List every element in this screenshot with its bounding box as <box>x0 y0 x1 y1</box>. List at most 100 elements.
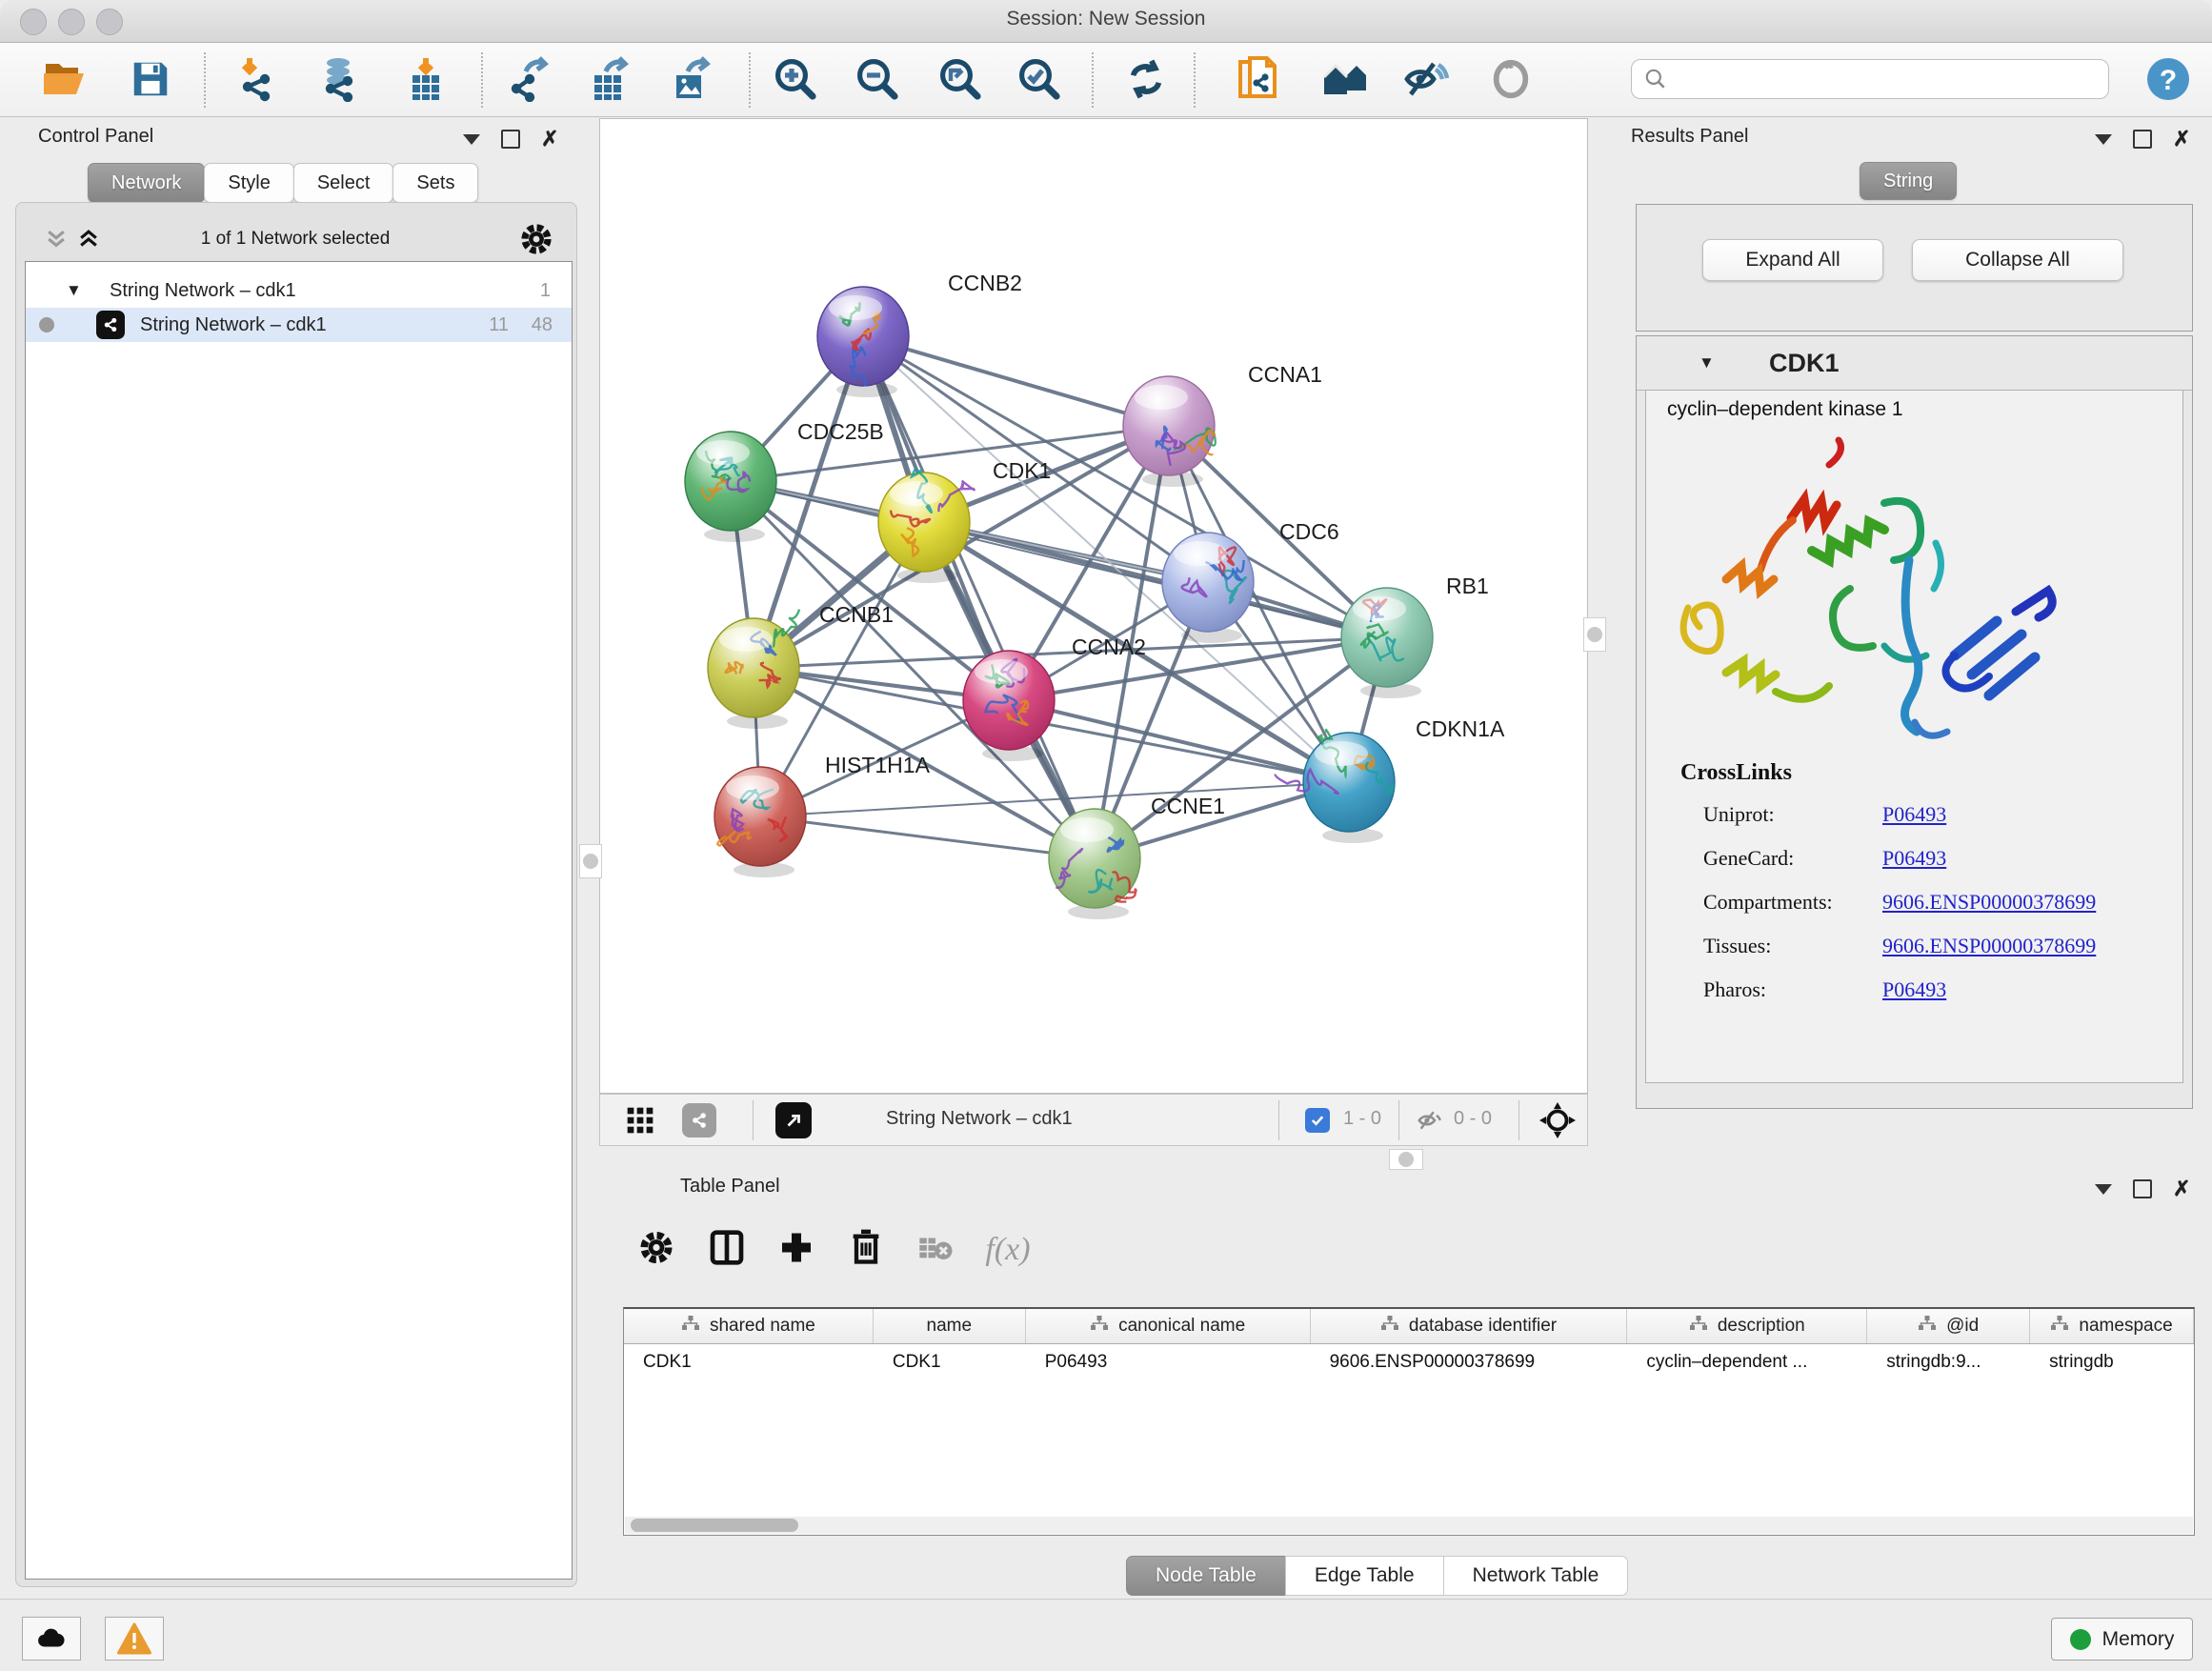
right-divider-handle[interactable] <box>1583 617 1606 652</box>
results-panel-menu-icon[interactable] <box>2095 134 2112 145</box>
table-panel-close-icon[interactable]: ✗ <box>2173 1181 2190 1197</box>
expand-all-button[interactable]: Expand All <box>1702 239 1883 281</box>
network-overview-icon[interactable] <box>682 1103 716 1137</box>
tab-network-table[interactable]: Network Table <box>1443 1556 1629 1596</box>
results-panel-float-icon[interactable] <box>2133 130 2152 149</box>
column-header--id[interactable]: @id <box>1867 1309 2030 1343</box>
column-type-icon <box>1090 1315 1109 1338</box>
results-gene-section: ▼ CDK1 cyclin–dependent kinase 1 <box>1636 335 2193 1109</box>
tab-string[interactable]: String <box>1860 162 1957 200</box>
crosslink-link[interactable]: 9606.ENSP00000378699 <box>1882 934 2096 977</box>
network-view[interactable]: CCNB2CCNA1CDC25BCDK1CDC6RB1CCNB1CCNA2CDK… <box>599 118 1588 1094</box>
toolbar-separator <box>1092 52 1094 108</box>
delete-table-icon[interactable] <box>916 1229 955 1272</box>
network-node-label: CDC6 <box>1279 519 1339 544</box>
home-icon[interactable] <box>1320 54 1370 104</box>
cell-canonical-name[interactable]: P06493 <box>1026 1344 1311 1380</box>
left-divider-handle[interactable] <box>579 844 602 878</box>
export-table-icon[interactable] <box>585 54 634 104</box>
table-panel-float-icon[interactable] <box>2133 1179 2152 1198</box>
zoom-selected-icon[interactable] <box>1015 54 1064 104</box>
cell-namespace[interactable]: stringdb <box>2030 1344 2194 1380</box>
delete-column-icon[interactable] <box>847 1229 885 1272</box>
table-panel-title: Table Panel <box>680 1176 780 1198</box>
crosslink-link[interactable]: P06493 <box>1882 846 1946 890</box>
export-image-icon[interactable] <box>667 54 716 104</box>
network-row[interactable]: String Network – cdk1 11 48 <box>26 308 572 342</box>
tab-style[interactable]: Style <box>204 163 293 203</box>
cloud-icon <box>35 1622 68 1655</box>
zoom-in-icon[interactable] <box>771 54 820 104</box>
column-header-database-identifier[interactable]: database identifier <box>1311 1309 1628 1343</box>
open-session-icon[interactable] <box>40 54 90 104</box>
gene-header-row[interactable]: ▼ CDK1 <box>1637 336 2192 391</box>
network-node-label: CDC25B <box>797 419 884 444</box>
collection-expand-icon[interactable]: ▼ <box>66 281 82 300</box>
toolbar-separator <box>1194 52 1196 108</box>
column-header-canonical-name[interactable]: canonical name <box>1026 1309 1311 1343</box>
function-builder-icon[interactable]: f(x) <box>985 1232 1030 1268</box>
table-horizontal-scrollbar[interactable] <box>625 1517 2193 1534</box>
results-panel-close-icon[interactable]: ✗ <box>2173 131 2190 147</box>
network-label: String Network – cdk1 <box>140 314 327 336</box>
column-header-namespace[interactable]: namespace <box>2030 1309 2194 1343</box>
tab-node-table[interactable]: Node Table <box>1126 1556 1286 1596</box>
cell--id[interactable]: stringdb:9... <box>1867 1344 2030 1380</box>
tab-select[interactable]: Select <box>293 163 394 203</box>
selected-checkbox-icon[interactable] <box>1305 1108 1330 1133</box>
control-panel-menu-icon[interactable] <box>463 134 480 145</box>
zoom-out-icon[interactable] <box>853 54 902 104</box>
hide-eye-icon[interactable] <box>1401 54 1451 104</box>
tab-edge-table[interactable]: Edge Table <box>1285 1556 1444 1596</box>
column-header-description[interactable]: description <box>1627 1309 1867 1343</box>
network-collection-row[interactable]: ▼ String Network – cdk1 1 <box>26 273 572 308</box>
network-node-label: HIST1H1A <box>825 753 931 777</box>
share-document-icon[interactable] <box>1235 54 1284 104</box>
crosslink-link[interactable]: P06493 <box>1882 802 1946 846</box>
status-bar: Memory <box>0 1599 2212 1671</box>
zoom-fit-icon[interactable] <box>935 54 985 104</box>
add-column-icon[interactable] <box>777 1229 815 1272</box>
collapse-all-button[interactable]: Collapse All <box>1912 239 2123 281</box>
tab-sets[interactable]: Sets <box>392 163 478 203</box>
column-type-icon <box>2050 1315 2069 1338</box>
control-panel-close-icon[interactable]: ✗ <box>541 131 558 147</box>
search-input[interactable] <box>1668 68 2081 91</box>
show-eye-icon[interactable] <box>1486 54 1536 104</box>
show-columns-icon[interactable] <box>708 1229 746 1272</box>
table-panel-menu-icon[interactable] <box>2095 1184 2112 1195</box>
import-table-icon[interactable] <box>401 54 451 104</box>
crosslink-link[interactable]: 9606.ENSP00000378699 <box>1882 890 2096 934</box>
separator <box>1398 1100 1399 1140</box>
crosslink-label: Uniprot: <box>1703 802 1882 846</box>
network-options-gear-icon[interactable] <box>520 223 553 260</box>
column-label: namespace <box>2079 1316 2172 1337</box>
grid-view-icon[interactable] <box>625 1105 655 1140</box>
tab-network[interactable]: Network <box>88 163 205 203</box>
hidden-eye-icon[interactable] <box>1416 1106 1444 1139</box>
birdseye-view-icon[interactable] <box>775 1102 812 1138</box>
table-row[interactable]: CDK1CDK1P064939606.ENSP00000378699cyclin… <box>624 1344 2194 1380</box>
warning-button[interactable] <box>105 1617 164 1661</box>
cloud-button[interactable] <box>22 1617 81 1661</box>
column-header-name[interactable]: name <box>874 1309 1026 1343</box>
column-header-shared-name[interactable]: shared name <box>624 1309 874 1343</box>
help-icon[interactable]: ? <box>2143 54 2193 104</box>
refresh-icon[interactable] <box>1121 54 1171 104</box>
save-session-icon[interactable] <box>126 54 175 104</box>
cell-description[interactable]: cyclin–dependent ... <box>1627 1344 1867 1380</box>
bottom-divider-handle[interactable] <box>1389 1149 1423 1170</box>
crosslink-link[interactable]: P06493 <box>1882 977 1946 1021</box>
cell-database-identifier[interactable]: 9606.ENSP00000378699 <box>1311 1344 1628 1380</box>
fit-selection-crosshair-icon[interactable] <box>1539 1102 1576 1143</box>
scrollbar-thumb[interactable] <box>631 1519 798 1532</box>
control-panel-float-icon[interactable] <box>501 130 520 149</box>
import-network-from-file-icon[interactable] <box>232 54 282 104</box>
table-gear-icon[interactable] <box>639 1231 674 1270</box>
gene-collapse-icon[interactable]: ▼ <box>1699 353 1715 372</box>
export-network-icon[interactable] <box>505 54 554 104</box>
import-network-from-database-icon[interactable] <box>315 54 365 104</box>
cell-shared-name[interactable]: CDK1 <box>624 1344 874 1380</box>
memory-button[interactable]: Memory <box>2051 1618 2193 1661</box>
cell-name[interactable]: CDK1 <box>874 1344 1026 1380</box>
